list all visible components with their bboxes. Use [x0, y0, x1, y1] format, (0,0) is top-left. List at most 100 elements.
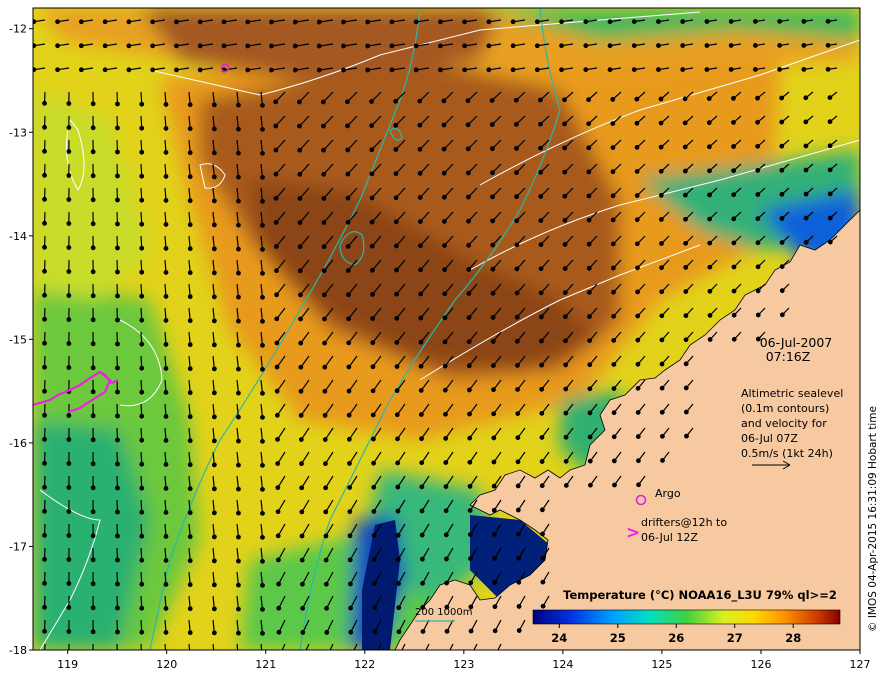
velocity-arrow-head — [276, 629, 282, 635]
velocity-arrow-head — [562, 169, 568, 175]
velocity-arrow-head — [298, 316, 303, 322]
velocity-arrow-head — [467, 435, 473, 441]
drifter-legend-icon: > — [626, 523, 640, 543]
velocity-arrow-head — [803, 143, 809, 149]
velocity-arrow-head — [211, 246, 217, 252]
velocity-arrow-head — [42, 196, 47, 202]
velocity-arrow-head — [538, 194, 544, 199]
alt-line-5: 0.5m/s (1kt 24h) — [741, 447, 833, 460]
velocity-arrow-head — [260, 222, 265, 228]
velocity-arrow-head — [682, 168, 688, 174]
velocity-arrow-head — [115, 533, 120, 539]
velocity-arrow-head — [418, 387, 424, 393]
velocity-arrow-head — [417, 195, 423, 200]
velocity-arrow-head — [260, 438, 265, 444]
velocity-arrow-head — [42, 460, 47, 466]
velocity-arrow-head — [469, 653, 473, 657]
velocity-arrow-head — [539, 338, 544, 344]
velocity-arrow-head — [538, 242, 544, 248]
velocity-arrow-head — [115, 629, 120, 635]
velocity-arrow-head — [260, 558, 265, 564]
velocity-arrow-head — [187, 126, 193, 132]
velocity-arrow-head — [779, 95, 785, 101]
velocity-arrow-head — [115, 269, 120, 275]
velocity-arrow-head — [563, 483, 569, 488]
velocity-arrow-head — [126, 19, 132, 25]
velocity-arrow-head — [78, 43, 84, 49]
velocity-arrow-head — [438, 43, 443, 49]
velocity-arrow-head — [369, 123, 375, 129]
velocity-arrow-head — [369, 219, 375, 225]
velocity-arrow-head — [371, 484, 377, 490]
velocity-arrow-head — [466, 266, 472, 272]
velocity-arrow-head — [611, 362, 617, 367]
velocity-arrow-head — [321, 268, 327, 274]
velocity-arrow-head — [658, 168, 664, 174]
velocity-arrow-head — [444, 628, 450, 634]
velocity-arrow-head — [510, 43, 516, 49]
velocity-arrow-head — [90, 293, 96, 299]
velocity-arrow-head — [491, 459, 497, 465]
velocity-arrow-head — [365, 67, 371, 73]
velocity-arrow-head — [324, 605, 329, 611]
velocity-arrow-head — [115, 341, 120, 347]
velocity-arrow-head — [659, 313, 665, 319]
velocity-arrow-head — [465, 170, 471, 176]
velocity-arrow-head — [139, 101, 145, 107]
velocity-arrow-head — [115, 317, 120, 323]
velocity-arrow-head — [441, 122, 447, 128]
velocity-arrow-head — [610, 97, 616, 102]
velocity-arrow-head — [115, 389, 120, 395]
velocity-arrow-head — [704, 67, 710, 72]
velocity-arrow-head — [260, 198, 265, 204]
velocity-arrow-head — [163, 534, 169, 539]
velocity-arrow-head — [466, 363, 472, 369]
velocity-arrow-head — [611, 313, 616, 319]
velocity-arrow-head — [102, 67, 108, 73]
velocity-arrow-head — [322, 413, 328, 418]
velocity-arrow-head — [466, 315, 472, 321]
velocity-arrow-head — [316, 67, 322, 73]
velocity-arrow-head — [298, 437, 304, 442]
velocity-arrow-head — [260, 270, 265, 276]
velocity-arrow-head — [755, 312, 761, 318]
velocity-arrow-head — [587, 314, 592, 319]
velocity-arrow-head — [418, 267, 423, 273]
velocity-arrow-head — [420, 629, 426, 634]
velocity-arrow-head — [187, 558, 193, 564]
velocity-arrow-head — [211, 102, 217, 108]
velocity-arrow-head — [827, 215, 833, 221]
velocity-arrow-head — [394, 267, 399, 273]
velocity-arrow-head — [102, 43, 108, 49]
velocity-arrow-head — [277, 655, 281, 659]
velocity-arrow-head — [365, 43, 371, 49]
velocity-arrow-head — [236, 150, 241, 156]
velocity-arrow-head — [115, 173, 120, 179]
lat-label: -13 — [9, 126, 27, 139]
velocity-arrow-head — [66, 245, 72, 250]
velocity-arrow-head — [269, 67, 274, 73]
velocity-arrow-head — [163, 366, 169, 371]
velocity-arrow-head — [236, 342, 241, 348]
velocity-arrow-head — [583, 19, 589, 25]
velocity-arrow-head — [462, 19, 468, 25]
velocity-arrow-head — [187, 102, 193, 108]
velocity-arrow-head — [801, 18, 807, 24]
velocity-arrow-head — [539, 386, 545, 392]
velocity-arrow-head — [245, 43, 251, 49]
velocity-arrow-head — [90, 389, 96, 395]
velocity-arrow-head — [610, 217, 616, 223]
lat-label: -14 — [9, 230, 27, 243]
velocity-arrow-head — [66, 125, 72, 130]
velocity-arrow-head — [779, 240, 785, 245]
velocity-arrow-head — [300, 630, 306, 635]
velocity-arrow-head — [273, 99, 279, 105]
velocity-arrow-head — [90, 485, 96, 491]
velocity-arrow-head — [42, 100, 47, 106]
velocity-arrow-head — [322, 316, 327, 322]
velocity-arrow-head — [55, 19, 60, 25]
velocity-arrow-head — [562, 193, 568, 199]
velocity-arrow-head — [174, 43, 179, 49]
velocity-arrow-head — [139, 173, 145, 179]
velocity-arrow-head — [43, 654, 47, 658]
